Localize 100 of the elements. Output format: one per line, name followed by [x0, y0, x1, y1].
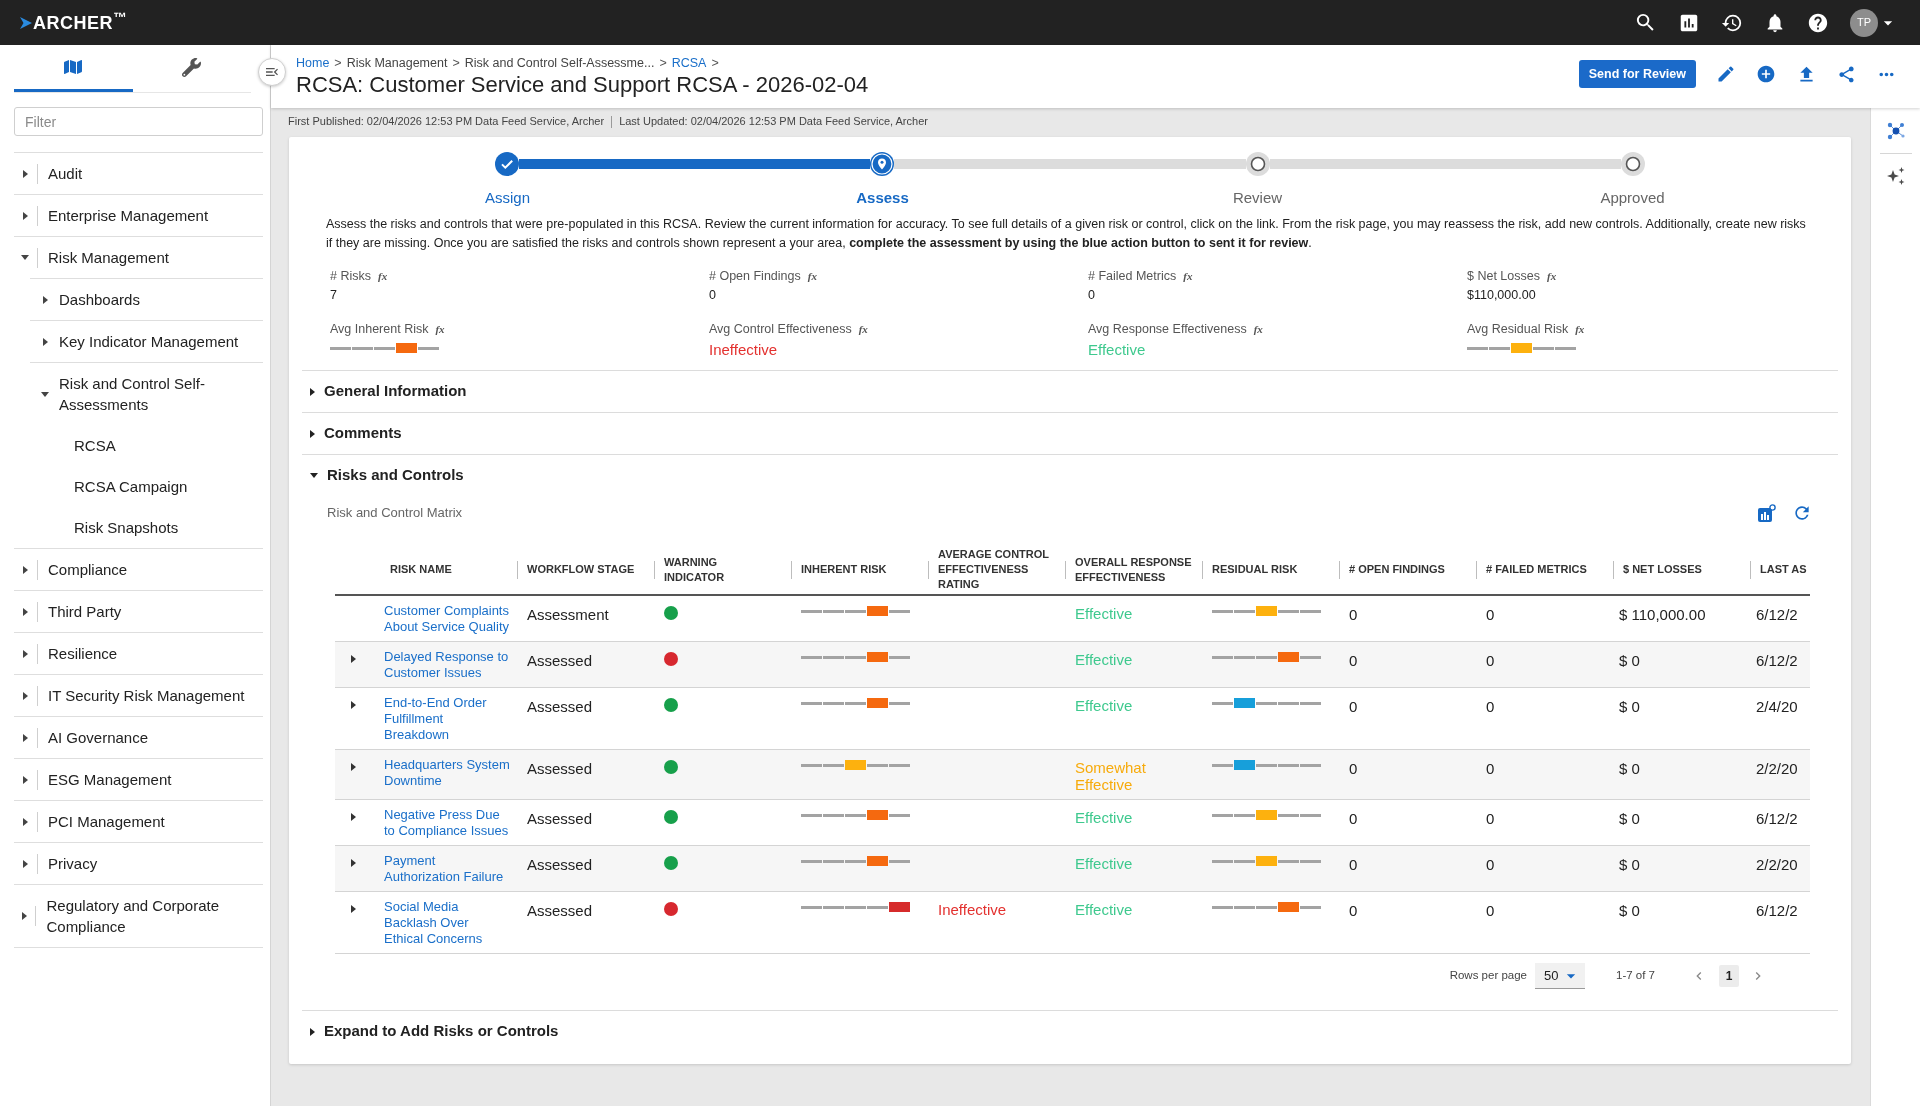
table-cell: 0	[1486, 760, 1495, 777]
share-icon[interactable]	[1837, 64, 1856, 84]
help-icon[interactable]	[1807, 11, 1829, 34]
nav-item[interactable]: Enterprise Management	[14, 194, 263, 236]
nav-item[interactable]: RCSA	[14, 425, 263, 466]
rating-text: Effective	[1075, 605, 1134, 622]
caret-right-icon[interactable]	[310, 429, 315, 438]
caret-down-icon[interactable]	[310, 473, 318, 478]
instructions-text: Assess the risks and controls that were pre-populated in this RCSA. Review the current information for accuracy. To see full details of a given risk or control, click on the link. From the risk page, you may reassess the risk, add new controls. Additionally, create new risks if they are missing. Once you are satisfied the risks and controls shown represent a your area, complete the assessment by using the blue action button to sent it for review.	[325, 216, 1807, 252]
nav-item[interactable]: Privacy	[14, 842, 263, 884]
refresh-icon[interactable]	[1792, 503, 1812, 523]
caret-down-icon[interactable]	[41, 391, 49, 397]
send-for-review-button[interactable]: Send for Review	[1578, 60, 1696, 88]
nav-item[interactable]: Third Party	[14, 590, 263, 632]
table-cell: 0	[1486, 652, 1495, 669]
nav-item[interactable]: RCSA Campaign	[14, 466, 263, 507]
caret-right-icon[interactable]	[351, 813, 356, 821]
section-header[interactable]: Risks and Controls	[302, 455, 464, 496]
table-cell: 2/2/20	[1756, 760, 1798, 777]
caret-down-icon[interactable]	[21, 255, 29, 260]
caret-right-icon[interactable]	[22, 817, 28, 826]
caret-right-icon[interactable]	[310, 1027, 315, 1036]
caret-right-icon[interactable]	[351, 859, 356, 867]
nav-item[interactable]: Dashboards	[30, 278, 263, 320]
app-logo: ARCHER$^{™}$	[33, 11, 127, 34]
wrench-icon[interactable]	[182, 57, 202, 77]
caret-right-icon[interactable]	[310, 387, 315, 396]
caret-right-icon[interactable]	[22, 649, 28, 658]
nav-item[interactable]: IT Security Risk Management	[14, 674, 263, 716]
caret-right-icon[interactable]	[42, 295, 48, 304]
caret-right-icon[interactable]	[42, 337, 48, 346]
caret-right-icon[interactable]	[22, 733, 28, 742]
column-header: OVERALL RESPONSE EFFECTIVENESS	[1075, 554, 1193, 585]
caret-right-icon[interactable]	[351, 763, 356, 771]
section-header[interactable]: Comments	[302, 413, 402, 454]
sparkles-icon[interactable]	[1885, 167, 1906, 185]
nav-item[interactable]: Compliance	[14, 548, 263, 590]
column-header: AVERAGE CONTROL EFFECTIVENESS RATING	[938, 547, 1050, 592]
step-label: Review	[1232, 188, 1283, 208]
caret-right-icon[interactable]	[351, 701, 356, 709]
nav-item[interactable]: Regulatory and Corporate Compliance	[14, 884, 263, 947]
nav-item[interactable]: PCI Management	[14, 800, 263, 842]
caret-right-icon[interactable]	[351, 655, 356, 663]
formula-marker: fx	[435, 322, 445, 338]
table-cell: $ 0	[1619, 652, 1640, 669]
nav-item[interactable]: Key Indicator Management	[30, 320, 263, 362]
rows-per-page-label: Rows per page	[1449, 968, 1527, 984]
table-cell: Assessed	[527, 856, 593, 873]
section-header[interactable]: Expand to Add Risks or Controls	[302, 1011, 559, 1052]
chart-search-icon[interactable]	[1758, 504, 1776, 522]
caret-right-icon[interactable]	[22, 211, 28, 220]
section-header[interactable]: General Information	[302, 371, 467, 412]
nav-item[interactable]: Audit	[14, 152, 263, 194]
table-cell: 0	[1349, 698, 1358, 715]
risk-link[interactable]: Social Media Backlash Over Ethical Concerns	[384, 899, 511, 947]
column-header: # OPEN FINDINGS	[1349, 562, 1445, 577]
breadcrumb-link[interactable]: Home	[296, 55, 330, 71]
caret-right-icon[interactable]	[22, 607, 28, 616]
table-cell: Assessed	[527, 810, 593, 827]
column-header: LAST AS	[1760, 562, 1807, 577]
table-cell: 6/12/2	[1756, 652, 1798, 669]
map-icon[interactable]	[64, 58, 83, 76]
rating-text: Effective	[1075, 651, 1134, 668]
risk-link[interactable]: End-to-End Order Fulfillment Breakdown	[384, 695, 511, 743]
risk-link[interactable]: Delayed Response to Customer Issues	[384, 649, 511, 681]
table-cell: Assessed	[527, 698, 593, 715]
step-label: Approved	[1600, 188, 1665, 208]
risk-link[interactable]: Negative Press Due to Compliance Issues	[384, 807, 511, 839]
network-icon[interactable]	[1885, 122, 1906, 140]
page-button[interactable]: 1	[1719, 965, 1739, 987]
table-cell: 0	[1486, 856, 1495, 873]
rows-per-page-select[interactable]: 50	[1535, 963, 1585, 989]
caret-right-icon[interactable]	[22, 859, 28, 868]
pencil-icon[interactable]	[1716, 64, 1736, 84]
nav-item[interactable]: AI Governance	[14, 716, 263, 758]
nav-item[interactable]: Risk and Control Self-Assessments	[30, 362, 263, 425]
caret-right-icon[interactable]	[22, 565, 28, 574]
breadcrumb-item: Risk Management	[346, 55, 448, 71]
caret-right-icon[interactable]	[22, 691, 28, 700]
table-cell: Assessed	[527, 902, 593, 919]
formula-marker: fx	[807, 269, 817, 285]
caret-right-icon[interactable]	[21, 912, 27, 920]
nav-item[interactable]: Risk Management	[14, 236, 263, 278]
nav-item[interactable]: ESG Management	[14, 758, 263, 800]
nav-item[interactable]: Risk Snapshots	[14, 507, 263, 548]
nav-item[interactable]: Resilience	[14, 632, 263, 674]
formula-marker: fx	[1546, 269, 1557, 285]
table-cell: 0	[1486, 606, 1495, 623]
caret-right-icon[interactable]	[22, 775, 28, 784]
rating-text: Effective	[1075, 901, 1134, 918]
table-cell: $ 0	[1619, 902, 1640, 919]
record-meta-text: First Published: 02/04/2026 12:53 PM Data Feed Service, Archer	[288, 114, 605, 130]
filter-field[interactable]: Filter	[14, 107, 263, 136]
risk-link[interactable]: Payment Authorization Failure	[384, 853, 511, 885]
breadcrumb-link[interactable]: RCSA	[671, 55, 707, 71]
formula-marker: fx	[1575, 322, 1585, 338]
caret-right-icon[interactable]	[22, 169, 28, 178]
risk-link[interactable]: Headquarters System Downtime	[384, 757, 511, 789]
caret-right-icon[interactable]	[351, 905, 356, 913]
risk-link[interactable]: Customer Complaints About Service Quality	[384, 603, 511, 635]
